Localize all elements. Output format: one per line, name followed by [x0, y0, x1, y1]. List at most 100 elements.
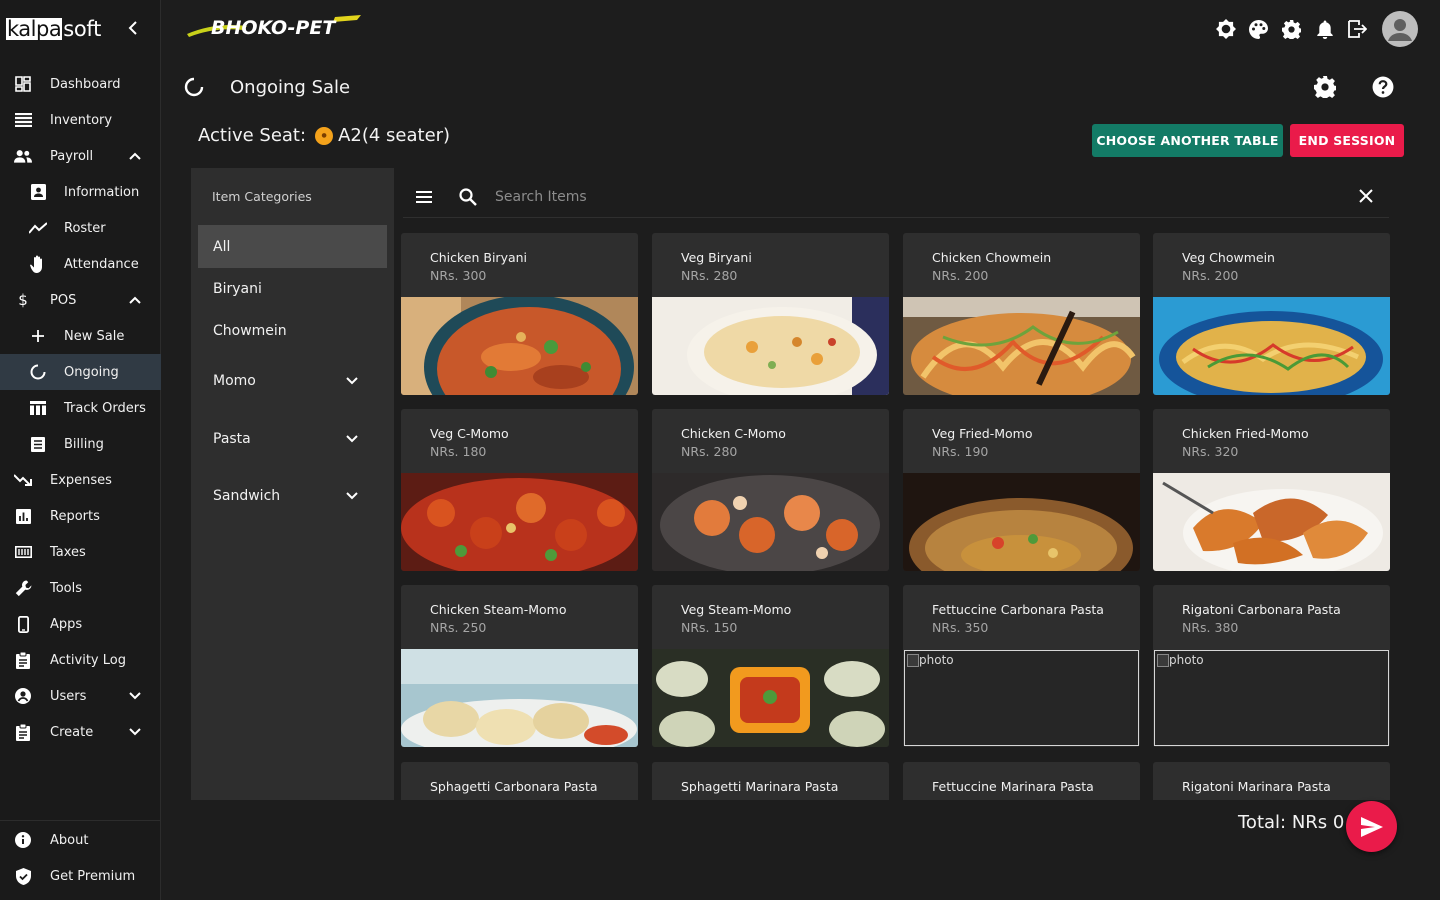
category-biryani[interactable]: Biryani: [198, 267, 387, 310]
sidebar-item-apps[interactable]: Apps: [0, 606, 161, 642]
product-price: NRs. 180: [430, 444, 487, 459]
sidebar-item-pos[interactable]: $ POS: [0, 282, 161, 318]
product-card[interactable]: Chicken Steam-Momo NRs. 250: [401, 585, 638, 747]
menu-icon[interactable]: [414, 187, 434, 207]
sidebar-item-information[interactable]: Information: [0, 174, 161, 210]
logout-icon[interactable]: [1347, 19, 1368, 40]
product-card[interactable]: Chicken C-Momo NRs. 280: [652, 409, 889, 571]
product-card[interactable]: Sphagetti Carbonara Pasta: [401, 762, 638, 800]
product-price: NRs. 380: [1182, 620, 1239, 635]
end-session-button[interactable]: END SESSION: [1290, 124, 1404, 157]
product-card[interactable]: Veg Fried-Momo NRs. 190: [903, 409, 1140, 571]
help-icon[interactable]: [1372, 76, 1394, 98]
sidebar-item-about[interactable]: About: [0, 822, 161, 858]
brightness-icon[interactable]: [1215, 19, 1236, 40]
product-name: Chicken C-Momo: [681, 426, 786, 441]
sidebar-item-label: Tools: [50, 580, 83, 596]
sidebar-item-users[interactable]: Users: [0, 678, 161, 714]
product-card[interactable]: Chicken Biryani NRs. 300: [401, 233, 638, 395]
product-name: Veg Chowmein: [1182, 250, 1275, 265]
category-sandwich[interactable]: Sandwich: [198, 474, 387, 517]
sidebar-item-ongoing[interactable]: Ongoing: [0, 354, 161, 390]
settings-icon[interactable]: [1281, 19, 1302, 40]
product-card[interactable]: Veg Chowmein NRs. 200: [1153, 233, 1390, 395]
product-price: NRs. 280: [681, 268, 738, 283]
category-label: All: [213, 238, 231, 255]
sidebar-nav: Dashboard Inventory Payroll Information …: [0, 66, 161, 750]
product-card[interactable]: Chicken Chowmein NRs. 200: [903, 233, 1140, 395]
chevron-up-icon[interactable]: [128, 293, 142, 307]
product-card[interactable]: Sphagetti Marinara Pasta: [652, 762, 889, 800]
category-label: Sandwich: [213, 487, 281, 504]
category-label: Pasta: [213, 430, 251, 447]
brand-box: kalpa: [6, 17, 63, 41]
search-icon[interactable]: [458, 187, 478, 207]
brand-logo[interactable]: kalpa soft: [6, 12, 101, 46]
search-input[interactable]: [495, 185, 1315, 209]
avatar[interactable]: [1382, 11, 1418, 47]
product-price: NRs. 200: [932, 268, 989, 283]
broken-image-placeholder: photo: [1154, 650, 1389, 746]
sidebar-item-expenses[interactable]: Expenses: [0, 462, 161, 498]
category-label: Chowmein: [213, 322, 287, 339]
veg-steam-momo-image: [652, 649, 889, 747]
product-card[interactable]: Fettuccine Carbonara Pasta NRs. 350 phot…: [903, 585, 1140, 747]
category-momo[interactable]: Momo: [198, 359, 387, 402]
product-card[interactable]: Rigatoni Marinara Pasta: [1153, 762, 1390, 800]
chevron-left-icon[interactable]: [126, 18, 140, 38]
product-card[interactable]: Fettuccine Marinara Pasta: [903, 762, 1140, 800]
product-card[interactable]: Veg C-Momo NRs. 180: [401, 409, 638, 571]
send-order-button[interactable]: [1346, 801, 1397, 852]
sidebar-item-activity-log[interactable]: Activity Log: [0, 642, 161, 678]
sidebar-item-premium[interactable]: Get Premium: [0, 858, 161, 894]
sidebar-item-new-sale[interactable]: New Sale: [0, 318, 161, 354]
sidebar-item-inventory[interactable]: Inventory: [0, 102, 161, 138]
sidebar-item-label: Roster: [64, 220, 106, 236]
clipboard-plus-icon: [14, 723, 32, 741]
settings-icon[interactable]: [1314, 76, 1336, 98]
sidebar-item-track-orders[interactable]: Track Orders: [0, 390, 161, 426]
sidebar-item-label: New Sale: [64, 328, 125, 344]
choose-another-table-button[interactable]: CHOOSE ANOTHER TABLE: [1092, 124, 1283, 157]
sidebar-item-billing[interactable]: Billing: [0, 426, 161, 462]
category-panel: Item Categories All Biryani Chowmein Mom…: [191, 168, 394, 800]
bell-icon[interactable]: [1314, 19, 1335, 40]
product-name: Veg Fried-Momo: [932, 426, 1033, 441]
active-seat-label: Active Seat:: [198, 125, 307, 146]
order-total: Total: NRs 0: [1238, 812, 1345, 833]
sidebar-item-payroll[interactable]: Payroll: [0, 138, 161, 174]
close-icon[interactable]: [1357, 187, 1375, 205]
sidebar-item-create[interactable]: Create: [0, 714, 161, 750]
chicken-steam-momo-image: [401, 649, 638, 747]
category-chowmein[interactable]: Chowmein: [198, 309, 387, 352]
product-name: Veg Biryani: [681, 250, 752, 265]
loading-icon: [184, 77, 204, 97]
chevron-up-icon[interactable]: [128, 149, 142, 163]
product-price: NRs. 250: [430, 620, 487, 635]
product-card[interactable]: Veg Steam-Momo NRs. 150: [652, 585, 889, 747]
chevron-down-icon[interactable]: [345, 374, 359, 388]
chevron-down-icon[interactable]: [128, 689, 142, 703]
product-card[interactable]: Rigatoni Carbonara Pasta NRs. 380 photo: [1153, 585, 1390, 747]
product-card[interactable]: Veg Biryani NRs. 280: [652, 233, 889, 395]
sidebar-item-label: Apps: [50, 616, 83, 632]
category-pasta[interactable]: Pasta: [198, 417, 387, 460]
chevron-down-icon[interactable]: [128, 725, 142, 739]
sidebar-item-reports[interactable]: Reports: [0, 498, 161, 534]
sidebar-item-roster[interactable]: Roster: [0, 210, 161, 246]
chicken-biryani-image: [401, 297, 638, 395]
chevron-down-icon[interactable]: [345, 432, 359, 446]
category-all[interactable]: All: [198, 225, 387, 268]
sidebar-item-dashboard[interactable]: Dashboard: [0, 66, 161, 102]
product-name: Chicken Fried-Momo: [1182, 426, 1309, 441]
palette-icon[interactable]: [1248, 19, 1269, 40]
product-price: NRs. 200: [1182, 268, 1239, 283]
active-seat: Active Seat: ● A2(4 seater): [198, 125, 450, 146]
chevron-down-icon[interactable]: [345, 489, 359, 503]
product-card[interactable]: Chicken Fried-Momo NRs. 320: [1153, 409, 1390, 571]
sidebar-item-attendance[interactable]: Attendance: [0, 246, 161, 282]
top-toolbar: [1215, 11, 1418, 47]
sidebar-item-label: Expenses: [50, 472, 112, 488]
sidebar-item-tools[interactable]: Tools: [0, 570, 161, 606]
sidebar-item-taxes[interactable]: Taxes: [0, 534, 161, 570]
